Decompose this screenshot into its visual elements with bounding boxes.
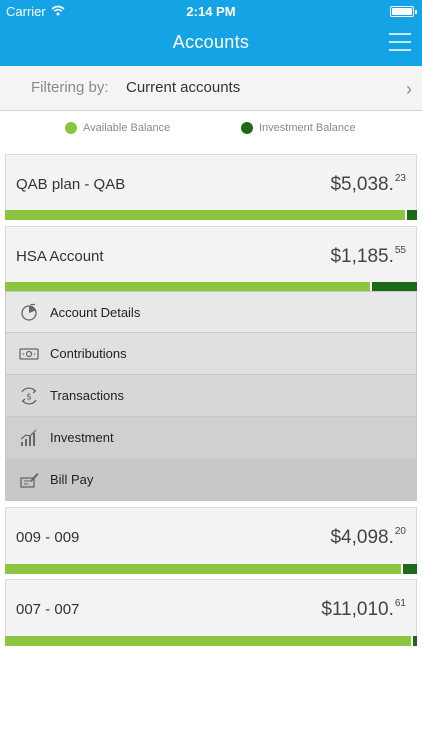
transactions-icon: $ [18,385,40,407]
balance-dollars: $11,010. [321,599,394,620]
menu-item-label: Investment [50,430,114,445]
account-card[interactable]: HSA Account $1,185.55 [5,226,417,292]
menu-item-transactions[interactable]: $ Transactions [5,375,417,417]
available-balance-bar [5,636,411,646]
account-action-menu: Account Details Contributions $ Transact… [5,291,417,501]
account-details-icon [18,301,40,323]
menu-item-label: Contributions [50,346,127,361]
account-name: QAB plan - QAB [16,176,126,193]
balance-bar [5,210,417,220]
account-balance: $4,098.20 [330,526,406,549]
app-header: Carrier 2:14 PM Accounts [0,0,422,66]
menu-item-bill-pay[interactable]: Bill Pay [5,459,417,501]
account-name: 009 - 009 [16,529,80,546]
investment-balance-bar [402,564,417,574]
balance-cents: 23 [394,173,406,184]
investment-dot-icon [241,122,253,134]
account-card[interactable]: 007 - 007 $11,010.61 [5,579,417,646]
menu-item-account-details[interactable]: Account Details [5,291,417,333]
menu-item-label: Bill Pay [50,472,94,487]
menu-item-investment[interactable]: Investment [5,417,417,459]
account-balance: $1,185.55 [330,245,406,268]
investment-balance-bar [412,636,417,646]
legend-investment: Investment Balance [241,122,356,134]
menu-item-label: Transactions [50,388,124,403]
legend-investment-label: Investment Balance [259,122,356,134]
balance-bar [5,636,417,646]
status-time: 2:14 PM [186,4,236,19]
chevron-right-icon: › [406,79,412,99]
bill-pay-icon [18,469,40,491]
account-balance: $11,010.61 [321,598,406,621]
balance-bar [5,564,417,574]
account-card[interactable]: 009 - 009 $4,098.20 [5,507,417,574]
account-card[interactable]: QAB plan - QAB $5,038.23 [5,154,417,220]
available-dot-icon [65,122,77,134]
account-name: HSA Account [16,248,104,265]
menu-item-contributions[interactable]: Contributions [5,333,417,375]
available-balance-bar [5,564,401,574]
available-balance-bar [5,210,405,220]
legend-available: Available Balance [65,122,170,134]
page-title: Accounts [172,32,250,52]
balance-cents: 20 [394,526,406,537]
balance-dollars: $1,185. [330,246,394,267]
balance-cents: 61 [394,598,406,609]
account-name: 007 - 007 [16,601,80,618]
svg-text:$: $ [26,392,32,402]
menu-button[interactable] [389,33,411,51]
contributions-icon [18,343,40,365]
menu-item-label: Account Details [50,304,141,320]
balance-legend: Available Balance Investment Balance [0,122,422,138]
investment-balance-bar [406,210,417,220]
legend-available-label: Available Balance [83,122,171,134]
filter-bar[interactable]: Filtering by: Current accounts › [0,66,422,111]
filter-label: Filtering by: [31,79,109,96]
account-balance: $5,038.23 [330,173,406,196]
investment-icon [18,427,40,449]
balance-dollars: $4,098. [330,527,394,548]
filter-value: Current accounts [126,79,241,96]
battery-icon [390,6,417,17]
balance-dollars: $5,038. [330,174,394,195]
status-bar: Carrier 2:14 PM [0,0,422,22]
balance-cents: 55 [394,245,406,256]
